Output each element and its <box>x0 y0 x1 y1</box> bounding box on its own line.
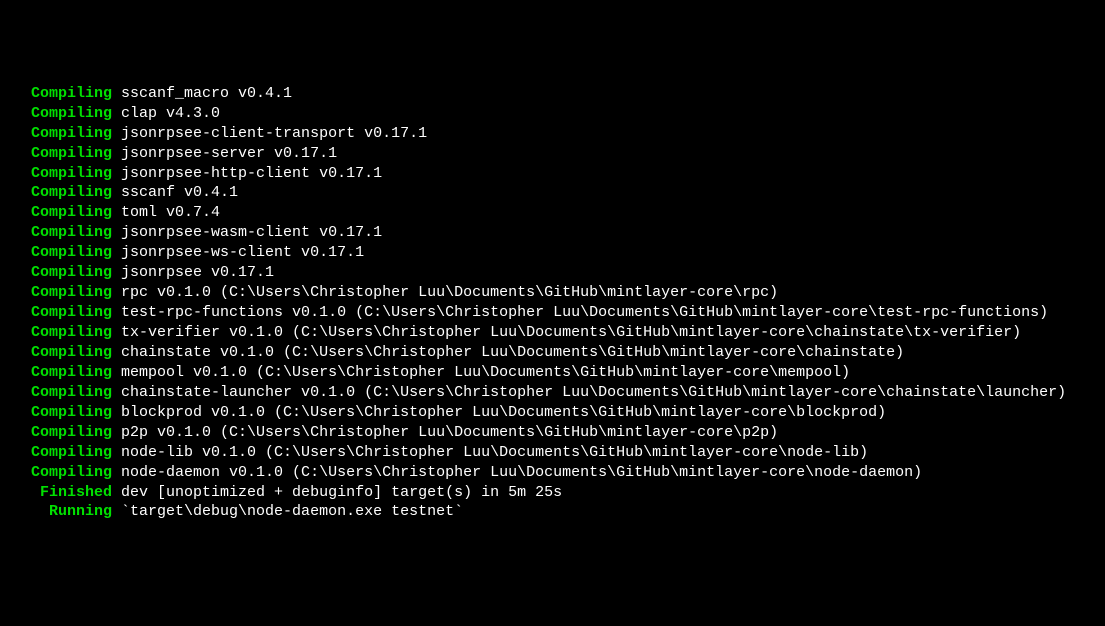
line-indent <box>4 344 31 361</box>
status-label: Compiling <box>31 85 112 102</box>
line-indent <box>4 184 31 201</box>
status-label: Compiling <box>31 304 112 321</box>
terminal-line: Compiling node-lib v0.1.0 (C:\Users\Chri… <box>4 443 1101 463</box>
terminal-line: Compiling jsonrpsee-server v0.17.1 <box>4 144 1101 164</box>
line-text: jsonrpsee v0.17.1 <box>112 264 274 281</box>
line-text: mempool v0.1.0 (C:\Users\Christopher Luu… <box>112 364 850 381</box>
terminal-line: Compiling jsonrpsee-wasm-client v0.17.1 <box>4 223 1101 243</box>
line-indent <box>4 244 31 261</box>
terminal-line: Finished dev [unoptimized + debuginfo] t… <box>4 483 1101 503</box>
line-text: node-daemon v0.1.0 (C:\Users\Christopher… <box>112 464 922 481</box>
status-label: Compiling <box>31 384 112 401</box>
line-indent <box>4 125 31 142</box>
line-text: sscanf_macro v0.4.1 <box>112 85 292 102</box>
status-label: Compiling <box>31 184 112 201</box>
status-label: Running <box>49 503 112 520</box>
status-label: Compiling <box>31 105 112 122</box>
line-indent <box>4 444 31 461</box>
line-text: clap v4.3.0 <box>112 105 220 122</box>
terminal-line: Compiling sscanf_macro v0.4.1 <box>4 84 1101 104</box>
terminal-line: Compiling jsonrpsee-client-transport v0.… <box>4 124 1101 144</box>
line-text: `target\debug\node-daemon.exe testnet` <box>112 503 463 520</box>
line-indent <box>4 85 31 102</box>
terminal-line: Compiling mempool v0.1.0 (C:\Users\Chris… <box>4 363 1101 383</box>
line-indent <box>4 284 31 301</box>
line-indent <box>4 384 31 401</box>
line-text: dev [unoptimized + debuginfo] target(s) … <box>112 484 562 501</box>
line-indent <box>4 264 31 281</box>
terminal-line: Compiling clap v4.3.0 <box>4 104 1101 124</box>
line-text: test-rpc-functions v0.1.0 (C:\Users\Chri… <box>112 304 1048 321</box>
terminal-line: Compiling chainstate v0.1.0 (C:\Users\Ch… <box>4 343 1101 363</box>
line-text: toml v0.7.4 <box>112 204 220 221</box>
line-indent <box>4 424 31 441</box>
terminal-line: Compiling p2p v0.1.0 (C:\Users\Christoph… <box>4 423 1101 443</box>
line-text: chainstate v0.1.0 (C:\Users\Christopher … <box>112 344 904 361</box>
line-indent <box>4 105 31 122</box>
terminal-line: Compiling sscanf v0.4.1 <box>4 183 1101 203</box>
line-text: blockprod v0.1.0 (C:\Users\Christopher L… <box>112 404 886 421</box>
terminal-line: Compiling jsonrpsee v0.17.1 <box>4 263 1101 283</box>
terminal-output: Compiling sscanf_macro v0.4.1 Compiling … <box>4 84 1101 523</box>
status-label: Compiling <box>31 364 112 381</box>
line-text: sscanf v0.4.1 <box>112 184 238 201</box>
status-label: Compiling <box>31 424 112 441</box>
status-label: Compiling <box>31 404 112 421</box>
terminal-line: Running `target\debug\node-daemon.exe te… <box>4 502 1101 522</box>
terminal-line: Compiling jsonrpsee-http-client v0.17.1 <box>4 164 1101 184</box>
line-text: node-lib v0.1.0 (C:\Users\Christopher Lu… <box>112 444 868 461</box>
line-indent <box>4 404 31 421</box>
line-indent <box>4 165 31 182</box>
terminal-line: Compiling chainstate-launcher v0.1.0 (C:… <box>4 383 1101 403</box>
status-label: Compiling <box>31 284 112 301</box>
line-text: chainstate-launcher v0.1.0 (C:\Users\Chr… <box>112 384 1066 401</box>
line-indent <box>4 364 31 381</box>
line-text: jsonrpsee-server v0.17.1 <box>112 145 337 162</box>
line-indent <box>4 204 31 221</box>
line-indent <box>4 464 31 481</box>
status-label: Compiling <box>31 244 112 261</box>
status-label: Compiling <box>31 145 112 162</box>
terminal-line: Compiling tx-verifier v0.1.0 (C:\Users\C… <box>4 323 1101 343</box>
line-text: jsonrpsee-client-transport v0.17.1 <box>112 125 427 142</box>
terminal-line: Compiling node-daemon v0.1.0 (C:\Users\C… <box>4 463 1101 483</box>
status-label: Compiling <box>31 264 112 281</box>
line-text: jsonrpsee-http-client v0.17.1 <box>112 165 382 182</box>
status-label: Finished <box>40 484 112 501</box>
status-label: Compiling <box>31 324 112 341</box>
line-indent <box>4 145 31 162</box>
terminal-line: Compiling toml v0.7.4 <box>4 203 1101 223</box>
status-label: Compiling <box>31 224 112 241</box>
status-label: Compiling <box>31 165 112 182</box>
line-indent <box>4 304 31 321</box>
terminal-line: Compiling blockprod v0.1.0 (C:\Users\Chr… <box>4 403 1101 423</box>
status-label: Compiling <box>31 344 112 361</box>
line-text: p2p v0.1.0 (C:\Users\Christopher Luu\Doc… <box>112 424 778 441</box>
line-text: tx-verifier v0.1.0 (C:\Users\Christopher… <box>112 324 1021 341</box>
terminal-line: Compiling jsonrpsee-ws-client v0.17.1 <box>4 243 1101 263</box>
terminal-line: Compiling test-rpc-functions v0.1.0 (C:\… <box>4 303 1101 323</box>
status-label: Compiling <box>31 204 112 221</box>
line-indent <box>4 503 49 520</box>
line-indent <box>4 224 31 241</box>
line-text: jsonrpsee-wasm-client v0.17.1 <box>112 224 382 241</box>
line-text: rpc v0.1.0 (C:\Users\Christopher Luu\Doc… <box>112 284 778 301</box>
status-label: Compiling <box>31 125 112 142</box>
status-label: Compiling <box>31 464 112 481</box>
line-indent <box>4 324 31 341</box>
status-label: Compiling <box>31 444 112 461</box>
line-text: jsonrpsee-ws-client v0.17.1 <box>112 244 364 261</box>
terminal-line: Compiling rpc v0.1.0 (C:\Users\Christoph… <box>4 283 1101 303</box>
line-indent <box>4 484 40 501</box>
